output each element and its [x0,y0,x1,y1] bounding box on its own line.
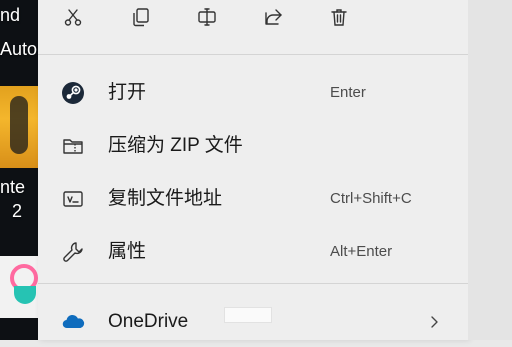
menu-item-shortcut: Enter [330,84,366,101]
menu-item-compress-zip[interactable]: 压缩为 ZIP 文件 [38,121,468,171]
desktop-icon-label[interactable]: nd [0,4,20,26]
desktop-icon-label[interactable]: nte [0,176,25,198]
share-icon [263,7,283,32]
steam-icon [60,80,86,106]
menu-item-label: 属性 [108,241,147,262]
onedrive-status-badge [224,307,272,323]
menu-divider [38,54,468,55]
menu-item-shortcut: Alt+Enter [330,243,393,260]
desktop-icon-label[interactable]: Auto [0,38,37,60]
cut-button[interactable] [60,6,86,32]
zip-folder-icon [60,133,86,159]
menu-item-shortcut: Ctrl+Shift+C [330,190,412,207]
wrench-icon [60,239,86,265]
menu-item-open[interactable]: 打开 Enter [38,68,468,118]
menu-divider [38,283,468,284]
trash-icon [329,7,349,32]
context-menu-toolbar [38,0,468,40]
scissors-icon [63,7,83,32]
menu-item-label: 复制文件地址 [108,188,223,209]
desktop-app-icon[interactable] [0,86,38,168]
context-menu: 打开 Enter 压缩为 ZIP 文件 复制文件地址 Ctrl+Shift+C [38,0,468,340]
copy-path-icon [60,186,86,212]
rename-button[interactable] [194,6,220,32]
menu-item-properties[interactable]: 属性 Alt+Enter [38,227,468,277]
onedrive-cloud-icon [60,309,86,335]
chevron-right-icon [426,311,442,333]
rename-icon [197,7,217,32]
menu-item-label: 压缩为 ZIP 文件 [108,135,243,156]
share-button[interactable] [260,6,286,32]
desktop-icon-label[interactable]: 2 [12,200,22,222]
menu-item-copy-path[interactable]: 复制文件地址 Ctrl+Shift+C [38,174,468,224]
desktop-background: nd Auto nte 2 [0,0,38,340]
delete-button[interactable] [326,6,352,32]
copy-icon [131,7,151,32]
copy-button[interactable] [128,6,154,32]
menu-item-label: 打开 [108,82,147,103]
app-icon-base [14,286,36,304]
menu-item-label: OneDrive [108,311,189,332]
app-icon-glyph [10,96,28,154]
desktop-app-icon[interactable] [0,256,38,318]
menu-edge-background [468,0,512,340]
